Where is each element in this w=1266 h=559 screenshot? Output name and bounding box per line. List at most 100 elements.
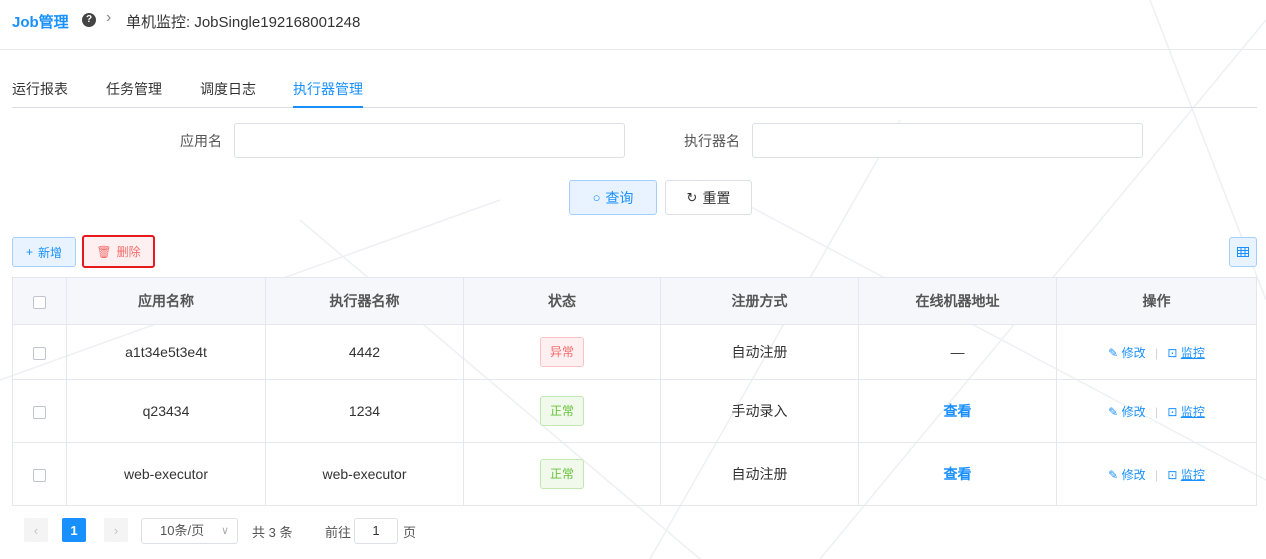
cell-registration: 自动注册 [660,324,859,380]
cell-actions: ✎ 修改 | ⊡ 监控 [1056,379,1257,443]
status-badge: 正常 [539,459,584,489]
table-grid-icon [1237,247,1249,257]
action-divider: | [1154,404,1159,419]
total-count: 共 3 条 [252,525,293,540]
app-name-input[interactable] [234,123,625,158]
cell-status: 正常 [463,379,661,443]
edit-link[interactable]: 修改 [1122,346,1146,360]
row-checkbox-cell [12,442,67,506]
col-registration: 注册方式 [660,277,859,325]
edit-link[interactable]: 修改 [1122,405,1146,419]
page-header: Job管理 ? › 单机监控: JobSingle192168001248 [0,0,1266,50]
row-checkbox[interactable] [33,346,46,360]
row-checkbox[interactable] [33,468,46,482]
status-badge: 异常 [539,337,584,367]
row-checkbox[interactable] [33,405,46,419]
monitor-link[interactable]: 监控 [1181,346,1205,360]
col-app-name: 应用名称 [66,277,266,325]
next-page-button[interactable]: › [104,518,128,542]
column-settings-button[interactable] [1229,237,1257,267]
cell-executor-name: 1234 [265,379,464,443]
cell-executor-name: web-executor [265,442,464,506]
search-icon: ○ [592,190,601,205]
goto-page-input[interactable]: 1 [354,518,398,544]
monitor-link[interactable]: 监控 [1181,405,1205,419]
reset-button-label: 重置 [702,189,731,206]
row-checkbox-cell [12,379,67,443]
monitor-icon: ⊡ [1167,467,1178,482]
tab-schedule-log[interactable]: 调度日志 [200,80,256,108]
status-badge: 正常 [539,396,584,426]
cell-online-address: 查看 [858,379,1057,443]
search-button-label: 查询 [605,189,634,206]
monitor-icon: ⊡ [1167,345,1178,360]
col-online-address: 在线机器地址 [858,277,1057,325]
goto-prefix: 前往 [325,525,352,540]
tab-run-report[interactable]: 运行报表 [12,80,68,108]
cell-actions: ✎ 修改 | ⊡ 监控 [1056,442,1257,506]
executor-name-input[interactable] [752,123,1143,158]
table-row: a1t34e5t3e4t 4442 异常 自动注册 — ✎ 修改 | ⊡ 监控 [12,324,1257,380]
trash-icon: 🗑 [96,244,112,259]
select-all-checkbox[interactable] [33,295,46,309]
col-executor-name: 执行器名称 [265,277,464,325]
chevron-right-icon: › [106,9,112,26]
cell-registration: 手动录入 [660,379,859,443]
goto-suffix: 页 [403,525,417,540]
action-divider: | [1154,467,1159,482]
col-actions: 操作 [1056,277,1257,325]
delete-button-label: 删除 [116,245,141,259]
search-button[interactable]: ○ 查询 [569,180,657,215]
brand-job: Job [12,14,39,31]
cell-app-name: web-executor [66,442,266,506]
cell-status: 正常 [463,442,661,506]
table-row: web-executor web-executor 正常 自动注册 查看 ✎ 修… [12,442,1257,506]
page-number-1[interactable]: 1 [62,518,86,542]
cell-app-name: a1t34e5t3e4t [66,324,266,380]
delete-button[interactable]: 🗑 删除 [82,235,155,268]
app-brand[interactable]: Job管理 [12,11,69,32]
prev-page-button[interactable]: ‹ [24,518,48,542]
table-header-row: 应用名称 执行器名称 状态 注册方式 在线机器地址 操作 [12,277,1257,325]
help-icon[interactable]: ? [82,13,96,27]
add-button[interactable]: + 新增 [12,237,76,267]
reset-button[interactable]: ↻ 重置 [665,180,752,215]
tab-bar: 运行报表 任务管理 调度日志 执行器管理 [12,80,1257,108]
brand-manage: 管理 [38,14,69,31]
cell-online-address: — [858,324,1057,380]
row-checkbox-cell [12,324,67,380]
edit-link[interactable]: 修改 [1122,468,1146,482]
tab-task-management[interactable]: 任务管理 [106,80,162,108]
tab-executor-management[interactable]: 执行器管理 [293,80,363,108]
monitor-icon: ⊡ [1167,404,1178,419]
add-button-label: 新增 [38,245,63,260]
breadcrumb-value: JobSingle192168001248 [194,14,361,31]
edit-icon: ✎ [1108,404,1119,419]
view-address-link[interactable]: 查看 [944,466,972,482]
cell-registration: 自动注册 [660,442,859,506]
monitor-link[interactable]: 监控 [1181,468,1205,482]
cell-status: 异常 [463,324,661,380]
select-all-cell [12,277,67,325]
table-row: q23434 1234 正常 手动录入 查看 ✎ 修改 | ⊡ 监控 [12,379,1257,443]
executor-name-label: 执行器名 [684,133,740,149]
chevron-down-icon: ∨ [220,525,229,537]
edit-icon: ✎ [1108,345,1119,360]
app-name-label: 应用名 [180,133,222,149]
breadcrumb-label: 单机监控: [126,14,191,31]
breadcrumb: 单机监控: JobSingle192168001248 [126,11,360,32]
page-size-value: 10条/页 [160,523,205,538]
action-divider: | [1154,345,1159,360]
cell-actions: ✎ 修改 | ⊡ 监控 [1056,324,1257,380]
refresh-icon: ↻ [686,189,698,205]
col-status: 状态 [463,277,661,325]
plus-icon: + [25,245,33,259]
cell-executor-name: 4442 [265,324,464,380]
cell-app-name: q23434 [66,379,266,443]
edit-icon: ✎ [1108,467,1119,482]
cell-online-address: 查看 [858,442,1057,506]
executor-table: 应用名称 执行器名称 状态 注册方式 在线机器地址 操作 a1t34e5t3e4… [12,277,1257,506]
page-size-select[interactable]: 10条/页 ∨ [141,518,238,544]
address-empty: — [950,344,965,360]
view-address-link[interactable]: 查看 [944,403,972,419]
